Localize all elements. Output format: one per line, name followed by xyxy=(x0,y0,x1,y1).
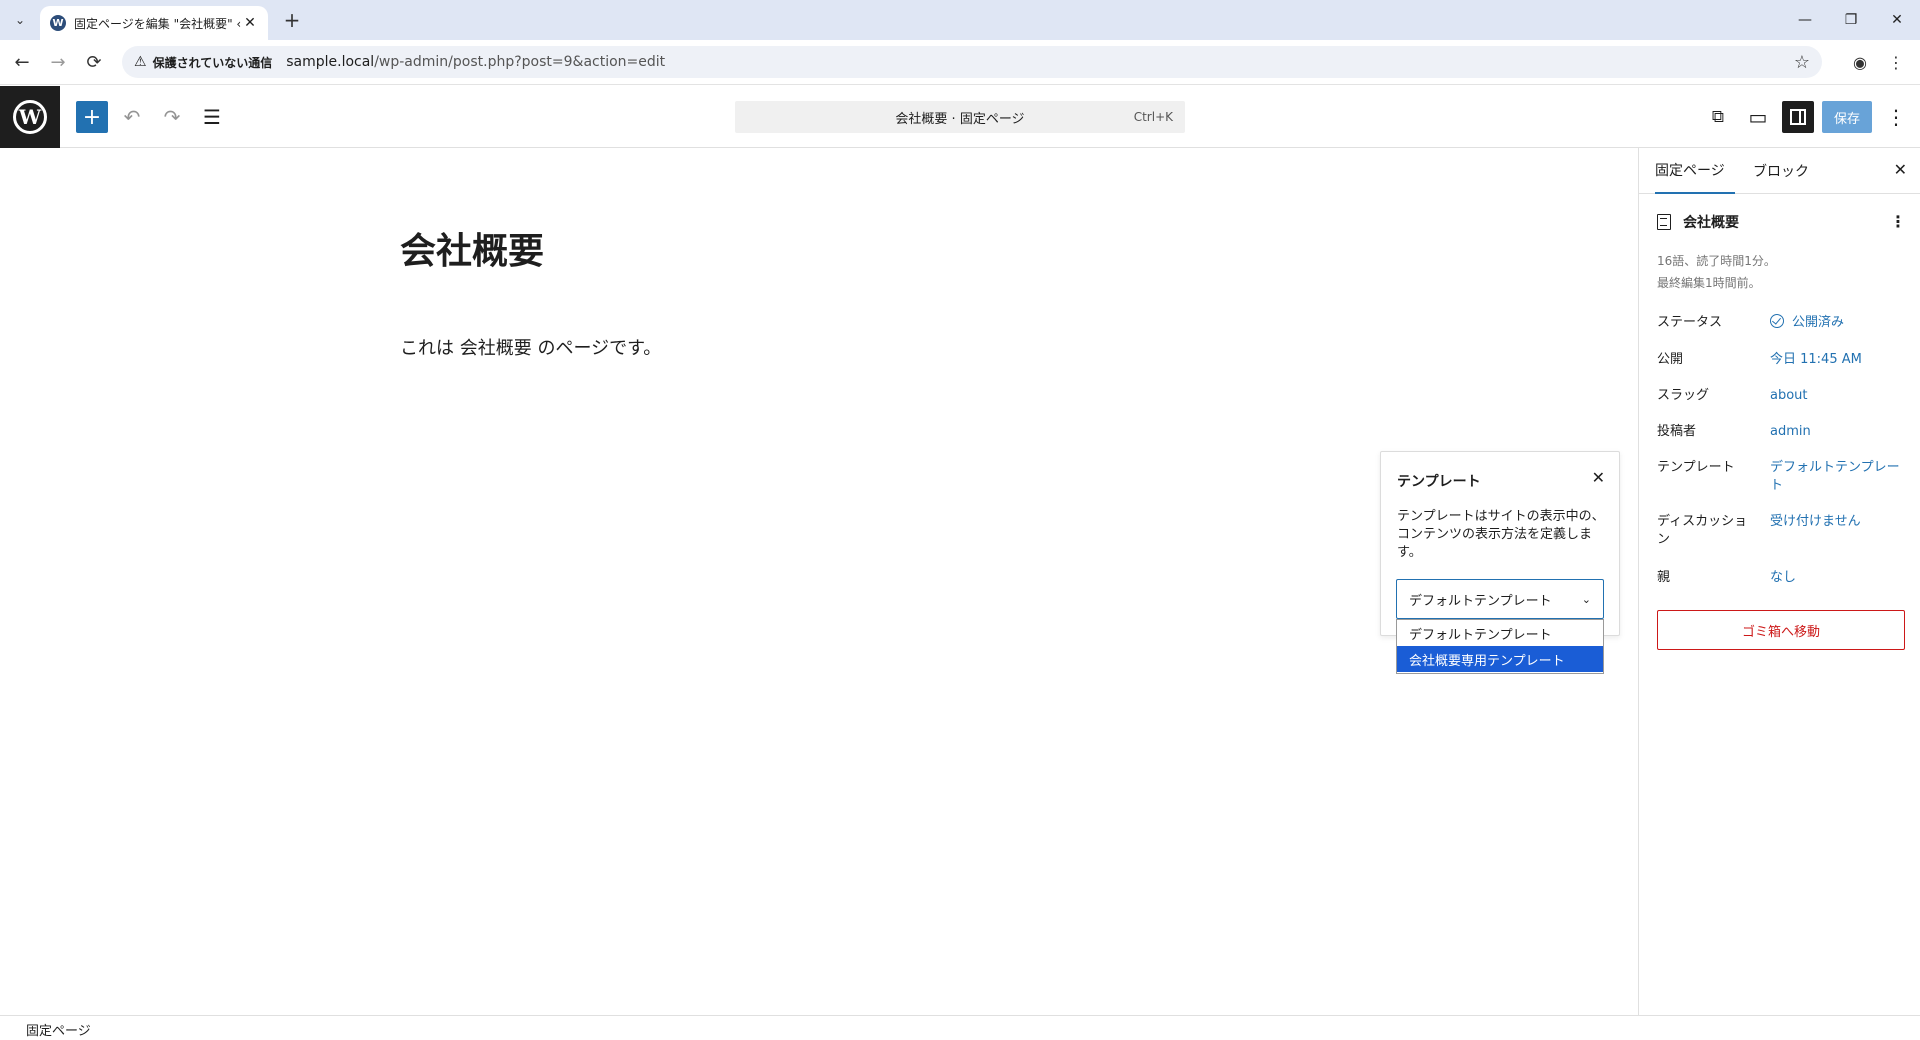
warning-icon: ⚠ xyxy=(134,54,147,70)
word-count-text: 16語、読了時間1分。 xyxy=(1657,254,1776,268)
template-select-value: デフォルトテンプレート xyxy=(1409,593,1552,609)
editor-header: W + ↶ ↷ ☰ 会社概要 · 固定ページ Ctrl+K ⧉ ▭ 保存 ⋮ xyxy=(0,86,1920,148)
browser-tab-strip: ⌄ W 固定ページを編集 "会社概要" ‹ サ ✕ + — ❐ ✕ xyxy=(0,0,1920,40)
window-close-button[interactable]: ✕ xyxy=(1874,0,1920,40)
restore-button[interactable]: ❐ xyxy=(1828,0,1874,40)
sidebar-tabs: 固定ページ ブロック ✕ xyxy=(1639,148,1920,194)
template-options-list: デフォルトテンプレート 会社概要専用テンプレート xyxy=(1396,619,1604,674)
redo-icon[interactable]: ↷ xyxy=(156,101,188,133)
bookmark-star-icon[interactable]: ☆ xyxy=(1794,52,1810,73)
paragraph-block[interactable]: これは 会社概要 のページです。 xyxy=(400,334,661,360)
settings-sidebar-toggle[interactable] xyxy=(1782,101,1814,133)
browser-tab[interactable]: W 固定ページを編集 "会社概要" ‹ サ ✕ xyxy=(40,6,268,40)
save-button[interactable]: 保存 xyxy=(1822,101,1872,133)
url-path: /wp-admin/post.php?post=9&action=edit xyxy=(374,54,666,70)
forward-icon[interactable]: → xyxy=(46,50,70,74)
tab-block[interactable]: ブロック xyxy=(1753,148,1809,194)
document-summary: 会社概要 xyxy=(1657,212,1739,232)
template-option-default[interactable]: デフォルトテンプレート xyxy=(1397,620,1603,646)
move-to-trash-button[interactable]: ゴミ箱へ移動 xyxy=(1657,610,1905,650)
template-option-about[interactable]: 会社概要専用テンプレート xyxy=(1397,646,1603,672)
page-icon xyxy=(1657,214,1671,230)
wordpress-logo-button[interactable]: W xyxy=(0,86,60,148)
tab-list-icon[interactable]: ⌄ xyxy=(8,8,32,32)
minimize-button[interactable]: — xyxy=(1782,0,1828,40)
back-icon[interactable]: ← xyxy=(10,50,34,74)
breadcrumb[interactable]: 固定ページ xyxy=(26,1020,91,1039)
author-label: 投稿者 xyxy=(1657,424,1697,439)
post-title[interactable]: 会社概要 xyxy=(400,222,544,274)
slug-label: スラッグ xyxy=(1657,388,1710,403)
reload-icon[interactable]: ⟳ xyxy=(82,50,106,74)
document-meta: 16語、読了時間1分。 最終編集1時間前。 xyxy=(1657,250,1776,294)
parent-label: 親 xyxy=(1657,570,1671,585)
slug-button[interactable]: about xyxy=(1770,387,1900,405)
popover-description: テンプレートはサイトの表示中の、コンテンツの表示方法を定義します。 xyxy=(1397,509,1605,560)
list-view-icon[interactable]: ☰ xyxy=(196,101,228,133)
template-label: テンプレート xyxy=(1657,460,1735,475)
sidebar-toggle-icon xyxy=(1790,109,1806,125)
editor-footer: 固定ページ xyxy=(0,1015,1920,1040)
window-controls: — ❐ ✕ xyxy=(1782,0,1920,40)
url-host: sample.local xyxy=(286,54,375,70)
security-label[interactable]: 保護されていない通信 xyxy=(153,54,273,71)
template-select[interactable]: デフォルトテンプレート ⌄ xyxy=(1396,579,1604,619)
preview-device-icon[interactable]: ▭ xyxy=(1742,101,1774,133)
undo-icon[interactable]: ↶ xyxy=(116,101,148,133)
status-value-button[interactable]: 公開済み xyxy=(1770,314,1900,332)
publish-date-button[interactable]: 今日 11:45 AM xyxy=(1770,351,1900,369)
status-label: ステータス xyxy=(1657,315,1723,330)
popover-title: テンプレート xyxy=(1397,474,1481,490)
template-button[interactable]: デフォルトテンプレート xyxy=(1770,459,1900,495)
discussion-label: ディスカッション xyxy=(1657,514,1748,547)
options-menu-icon[interactable]: ⋮ xyxy=(1880,101,1912,133)
author-button[interactable]: admin xyxy=(1770,423,1900,441)
status-value: 公開済み xyxy=(1792,315,1845,330)
tab-close-icon[interactable]: ✕ xyxy=(242,15,258,31)
address-bar[interactable]: ⚠ 保護されていない通信 sample.local /wp-admin/post… xyxy=(122,46,1822,78)
published-check-icon xyxy=(1770,314,1784,328)
wordpress-logo-icon: W xyxy=(13,100,47,134)
wordpress-favicon-icon: W xyxy=(50,15,66,31)
new-tab-button[interactable]: + xyxy=(280,8,304,32)
command-shortcut: Ctrl+K xyxy=(1133,110,1173,124)
tab-title: 固定ページを編集 "会社概要" ‹ サ xyxy=(74,16,242,31)
tab-page[interactable]: 固定ページ xyxy=(1655,148,1735,194)
discussion-button[interactable]: 受け付けません xyxy=(1770,513,1900,531)
close-icon[interactable]: ✕ xyxy=(1592,468,1605,487)
parent-button[interactable]: なし xyxy=(1770,569,1900,587)
close-icon[interactable]: ✕ xyxy=(1894,160,1907,179)
chevron-down-icon: ⌄ xyxy=(1581,592,1591,606)
command-palette-bar[interactable]: 会社概要 · 固定ページ Ctrl+K xyxy=(735,101,1185,133)
browser-menu-icon[interactable]: ⋮ xyxy=(1884,50,1908,74)
browser-toolbar: ← → ⟳ ⚠ 保護されていない通信 sample.local /wp-admi… xyxy=(0,40,1920,85)
publish-label: 公開 xyxy=(1657,352,1684,367)
document-title: 会社概要 xyxy=(1683,215,1739,231)
view-page-icon[interactable]: ⧉ xyxy=(1702,101,1734,133)
document-bar-title: 会社概要 · 固定ページ xyxy=(895,111,1025,127)
profile-icon[interactable]: ◉ xyxy=(1848,50,1872,74)
block-inserter-button[interactable]: + xyxy=(76,101,108,133)
more-actions-icon[interactable]: ⋮ xyxy=(1890,212,1906,231)
last-edited-text: 最終編集1時間前。 xyxy=(1657,276,1761,290)
